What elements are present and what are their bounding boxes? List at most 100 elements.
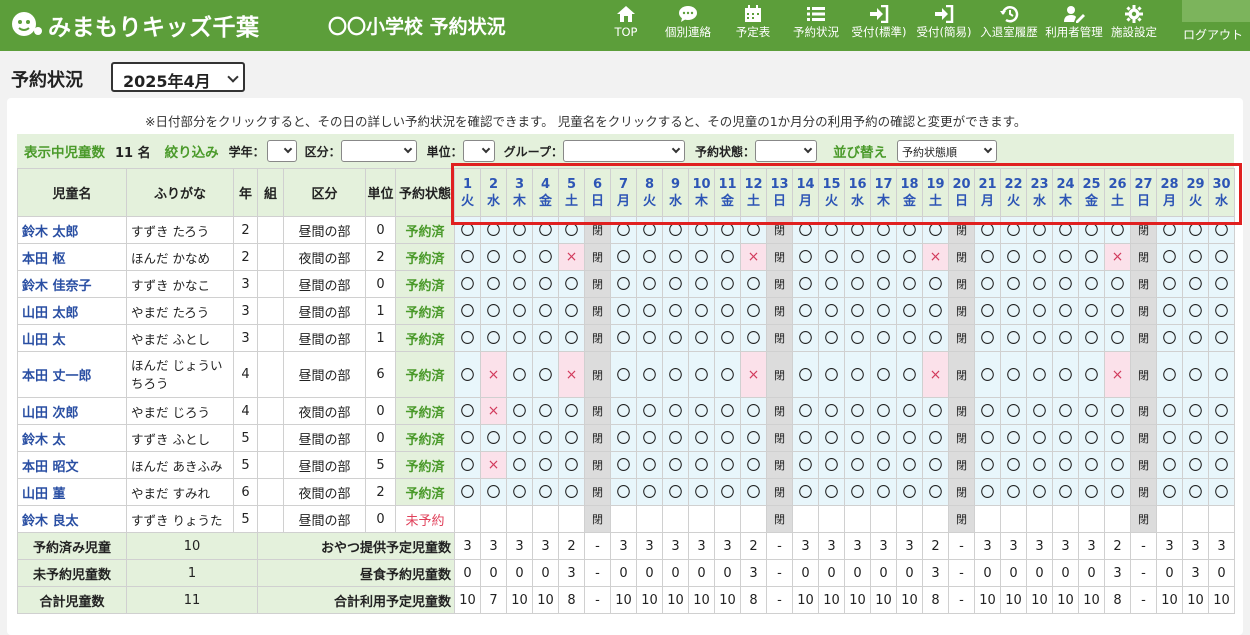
date-header-16[interactable]: 16 水 <box>844 168 871 217</box>
child-name-link[interactable]: 山田 太郎 <box>17 297 127 325</box>
reserved-day-cell[interactable]: 〇 <box>688 351 715 398</box>
reserved-day-cell[interactable]: 〇 <box>532 451 559 479</box>
child-name-link[interactable]: 鈴木 太 <box>17 424 127 452</box>
closed-day-cell[interactable]: 閉 <box>1130 505 1157 533</box>
closed-day-cell[interactable]: 閉 <box>948 270 975 298</box>
reserved-day-cell[interactable]: 〇 <box>922 324 949 352</box>
month-select[interactable]: 2025年4月 <box>111 62 245 92</box>
reserved-day-cell[interactable]: 〇 <box>506 451 533 479</box>
reserved-day-cell[interactable]: 〇 <box>480 324 507 352</box>
reserved-day-cell[interactable]: 〇 <box>818 216 845 244</box>
reserved-day-cell[interactable]: 〇 <box>1208 216 1235 244</box>
reserved-day-cell[interactable]: 〇 <box>844 216 871 244</box>
reserved-day-cell[interactable]: 〇 <box>480 243 507 271</box>
date-header-9[interactable]: 9水 <box>662 168 689 217</box>
closed-day-cell[interactable]: 閉 <box>584 351 611 398</box>
reserved-day-cell[interactable]: 〇 <box>870 270 897 298</box>
reserved-day-cell[interactable]: 〇 <box>1078 216 1105 244</box>
reserved-day-cell[interactable]: 〇 <box>1182 451 1209 479</box>
reserved-day-cell[interactable]: 〇 <box>1000 216 1027 244</box>
reserved-day-cell[interactable]: 〇 <box>792 297 819 325</box>
reserved-day-cell[interactable]: 〇 <box>1156 451 1183 479</box>
reserved-day-cell[interactable]: 〇 <box>1000 451 1027 479</box>
closed-day-cell[interactable]: 閉 <box>948 351 975 398</box>
reserved-day-cell[interactable]: 〇 <box>974 397 1001 425</box>
closed-day-cell[interactable]: 閉 <box>766 505 793 533</box>
reserved-day-cell[interactable]: 〇 <box>480 270 507 298</box>
reserved-day-cell[interactable]: 〇 <box>1104 478 1131 506</box>
reserved-day-cell[interactable]: 〇 <box>740 324 767 352</box>
empty-day-cell[interactable] <box>792 505 819 533</box>
child-name-link[interactable]: 本田 昭文 <box>17 451 127 479</box>
closed-day-cell[interactable]: 閉 <box>584 324 611 352</box>
reserved-day-cell[interactable]: 〇 <box>818 397 845 425</box>
reserved-day-cell[interactable]: 〇 <box>1000 297 1027 325</box>
reserved-day-cell[interactable]: 〇 <box>454 424 481 452</box>
date-header-20[interactable]: 20 日 <box>948 168 975 217</box>
reserved-day-cell[interactable]: 〇 <box>1052 270 1079 298</box>
reserved-day-cell[interactable]: 〇 <box>480 478 507 506</box>
reserved-day-cell[interactable]: 〇 <box>688 451 715 479</box>
reserved-day-cell[interactable]: 〇 <box>896 297 923 325</box>
closed-day-cell[interactable]: 閉 <box>948 324 975 352</box>
reserved-day-cell[interactable]: 〇 <box>818 478 845 506</box>
reserved-day-cell[interactable]: 〇 <box>636 424 663 452</box>
absent-day-cell[interactable]: × <box>1104 351 1131 398</box>
empty-day-cell[interactable] <box>1026 505 1053 533</box>
reserved-day-cell[interactable]: 〇 <box>636 478 663 506</box>
empty-day-cell[interactable] <box>1052 505 1079 533</box>
reserved-day-cell[interactable]: 〇 <box>688 478 715 506</box>
reserved-day-cell[interactable]: 〇 <box>558 216 585 244</box>
reserved-day-cell[interactable]: 〇 <box>1208 478 1235 506</box>
reserved-day-cell[interactable]: 〇 <box>1052 397 1079 425</box>
reserved-day-cell[interactable]: 〇 <box>896 216 923 244</box>
reserved-day-cell[interactable]: 〇 <box>1182 397 1209 425</box>
reserved-day-cell[interactable]: 〇 <box>454 243 481 271</box>
reserved-day-cell[interactable]: 〇 <box>480 216 507 244</box>
reserved-day-cell[interactable]: 〇 <box>740 270 767 298</box>
closed-day-cell[interactable]: 閉 <box>948 424 975 452</box>
nav-item-6[interactable]: 入退室履歴 <box>978 3 1040 49</box>
reserved-day-cell[interactable]: 〇 <box>1078 324 1105 352</box>
date-header-3[interactable]: 3木 <box>506 168 533 217</box>
reserved-day-cell[interactable]: 〇 <box>506 243 533 271</box>
reserved-day-cell[interactable]: 〇 <box>740 451 767 479</box>
reserved-day-cell[interactable]: 〇 <box>714 424 741 452</box>
reserved-day-cell[interactable]: 〇 <box>922 478 949 506</box>
reserved-day-cell[interactable]: 〇 <box>870 297 897 325</box>
grade-select[interactable] <box>266 140 297 162</box>
date-header-28[interactable]: 28 月 <box>1156 168 1183 217</box>
reserved-day-cell[interactable]: 〇 <box>1104 451 1131 479</box>
division-select[interactable] <box>340 140 417 162</box>
reserved-day-cell[interactable]: 〇 <box>1182 324 1209 352</box>
reserved-day-cell[interactable]: 〇 <box>896 351 923 398</box>
reserved-day-cell[interactable]: 〇 <box>1026 451 1053 479</box>
closed-day-cell[interactable]: 閉 <box>766 216 793 244</box>
reserved-day-cell[interactable]: 〇 <box>974 297 1001 325</box>
reserved-day-cell[interactable]: 〇 <box>610 324 637 352</box>
reserved-day-cell[interactable]: 〇 <box>1078 424 1105 452</box>
reserved-day-cell[interactable]: 〇 <box>714 324 741 352</box>
closed-day-cell[interactable]: 閉 <box>584 451 611 479</box>
reserved-day-cell[interactable]: 〇 <box>792 478 819 506</box>
reserved-day-cell[interactable]: 〇 <box>870 451 897 479</box>
date-header-15[interactable]: 15 火 <box>818 168 845 217</box>
reserved-day-cell[interactable]: 〇 <box>844 478 871 506</box>
closed-day-cell[interactable]: 閉 <box>948 478 975 506</box>
reserved-day-cell[interactable]: 〇 <box>662 478 689 506</box>
reserved-day-cell[interactable]: 〇 <box>1000 397 1027 425</box>
empty-day-cell[interactable] <box>558 505 585 533</box>
reserved-day-cell[interactable]: 〇 <box>1026 351 1053 398</box>
child-name-link[interactable]: 山田 太 <box>17 324 127 352</box>
brand-logo[interactable]: みまもりキッズ千葉 <box>6 8 260 42</box>
empty-day-cell[interactable] <box>896 505 923 533</box>
reserved-day-cell[interactable]: 〇 <box>1156 351 1183 398</box>
reserved-day-cell[interactable]: 〇 <box>1052 351 1079 398</box>
reserved-day-cell[interactable]: 〇 <box>1208 297 1235 325</box>
reserved-day-cell[interactable]: 〇 <box>1182 297 1209 325</box>
child-name-link[interactable]: 本田 丈一郎 <box>17 351 127 398</box>
reserved-day-cell[interactable]: 〇 <box>1078 351 1105 398</box>
date-header-6[interactable]: 6日 <box>584 168 611 217</box>
closed-day-cell[interactable]: 閉 <box>1130 451 1157 479</box>
reserved-day-cell[interactable]: 〇 <box>792 243 819 271</box>
